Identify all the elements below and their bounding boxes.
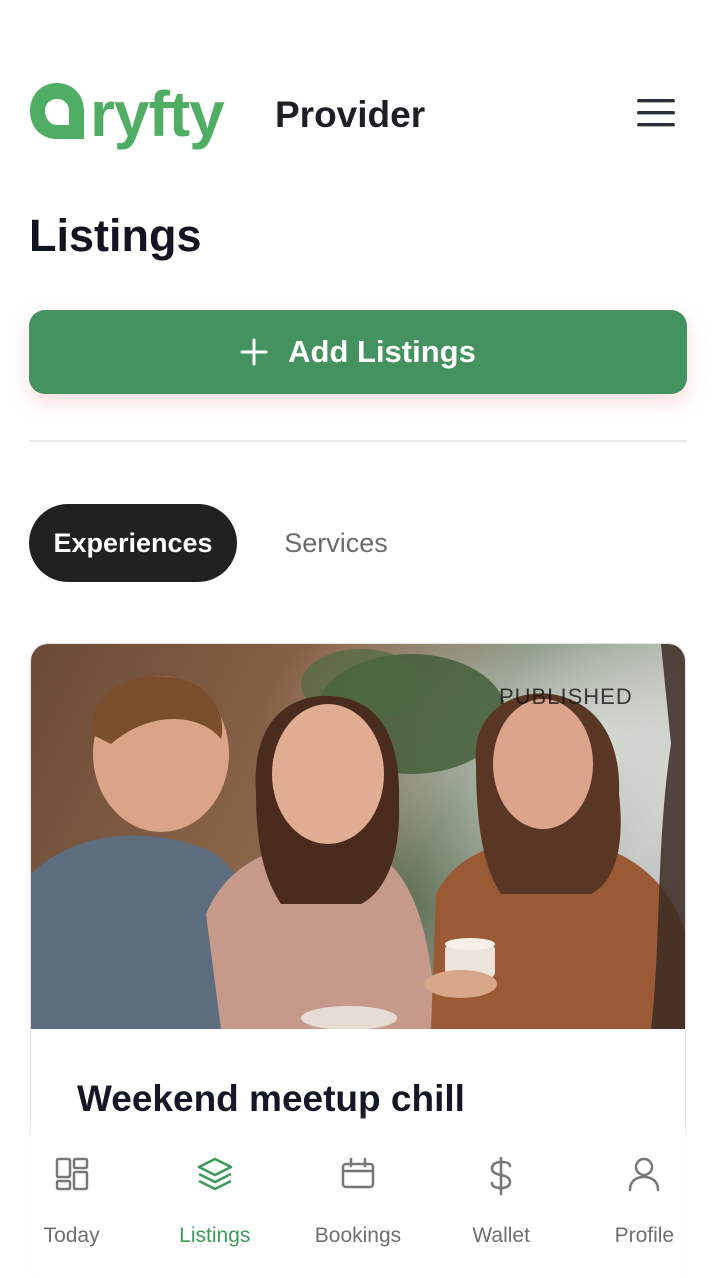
status-badge: PUBLISHED bbox=[499, 684, 633, 709]
logo-wordmark: ryfty bbox=[90, 78, 225, 150]
nav-label-wallet: Wallet bbox=[472, 1224, 530, 1247]
tab-experiences[interactable]: Experiences bbox=[29, 504, 237, 582]
add-listings-label: Add Listings bbox=[288, 334, 476, 369]
plus-icon bbox=[240, 338, 268, 366]
tab-services[interactable]: Services bbox=[256, 504, 416, 582]
nav-label-today: Today bbox=[43, 1224, 100, 1247]
nav-item-today[interactable]: Today bbox=[0, 1136, 143, 1278]
listing-title: Weekend meetup chill bbox=[77, 1078, 465, 1119]
nav-label-listings: Listings bbox=[179, 1224, 251, 1247]
nav-item-bookings[interactable]: Bookings bbox=[286, 1136, 429, 1278]
nav-item-profile[interactable]: Profile bbox=[573, 1136, 716, 1278]
bottom-nav: Today Listings Bookings Wallet Profile bbox=[0, 1136, 716, 1278]
logo-mark-icon bbox=[28, 81, 86, 143]
nav-label-bookings: Bookings bbox=[314, 1224, 402, 1247]
provider-label: Provider bbox=[275, 94, 426, 135]
calendar-icon bbox=[338, 1156, 378, 1196]
app-header: ryfty Provider bbox=[0, 0, 716, 180]
add-listings-button[interactable]: Add Listings bbox=[29, 310, 687, 394]
divider bbox=[29, 440, 687, 442]
nav-item-wallet[interactable]: Wallet bbox=[430, 1136, 573, 1278]
nav-label-profile: Profile bbox=[614, 1224, 675, 1247]
app-logo[interactable]: ryfty bbox=[28, 76, 225, 150]
listing-photo: PUBLISHED bbox=[31, 644, 685, 1029]
dollar-icon bbox=[481, 1156, 521, 1196]
page-title: Listings bbox=[29, 210, 202, 261]
hamburger-menu-icon[interactable] bbox=[636, 96, 676, 130]
layers-icon bbox=[195, 1156, 235, 1196]
nav-item-listings[interactable]: Listings bbox=[143, 1136, 286, 1278]
user-icon bbox=[624, 1156, 664, 1196]
dashboard-icon bbox=[52, 1156, 92, 1196]
